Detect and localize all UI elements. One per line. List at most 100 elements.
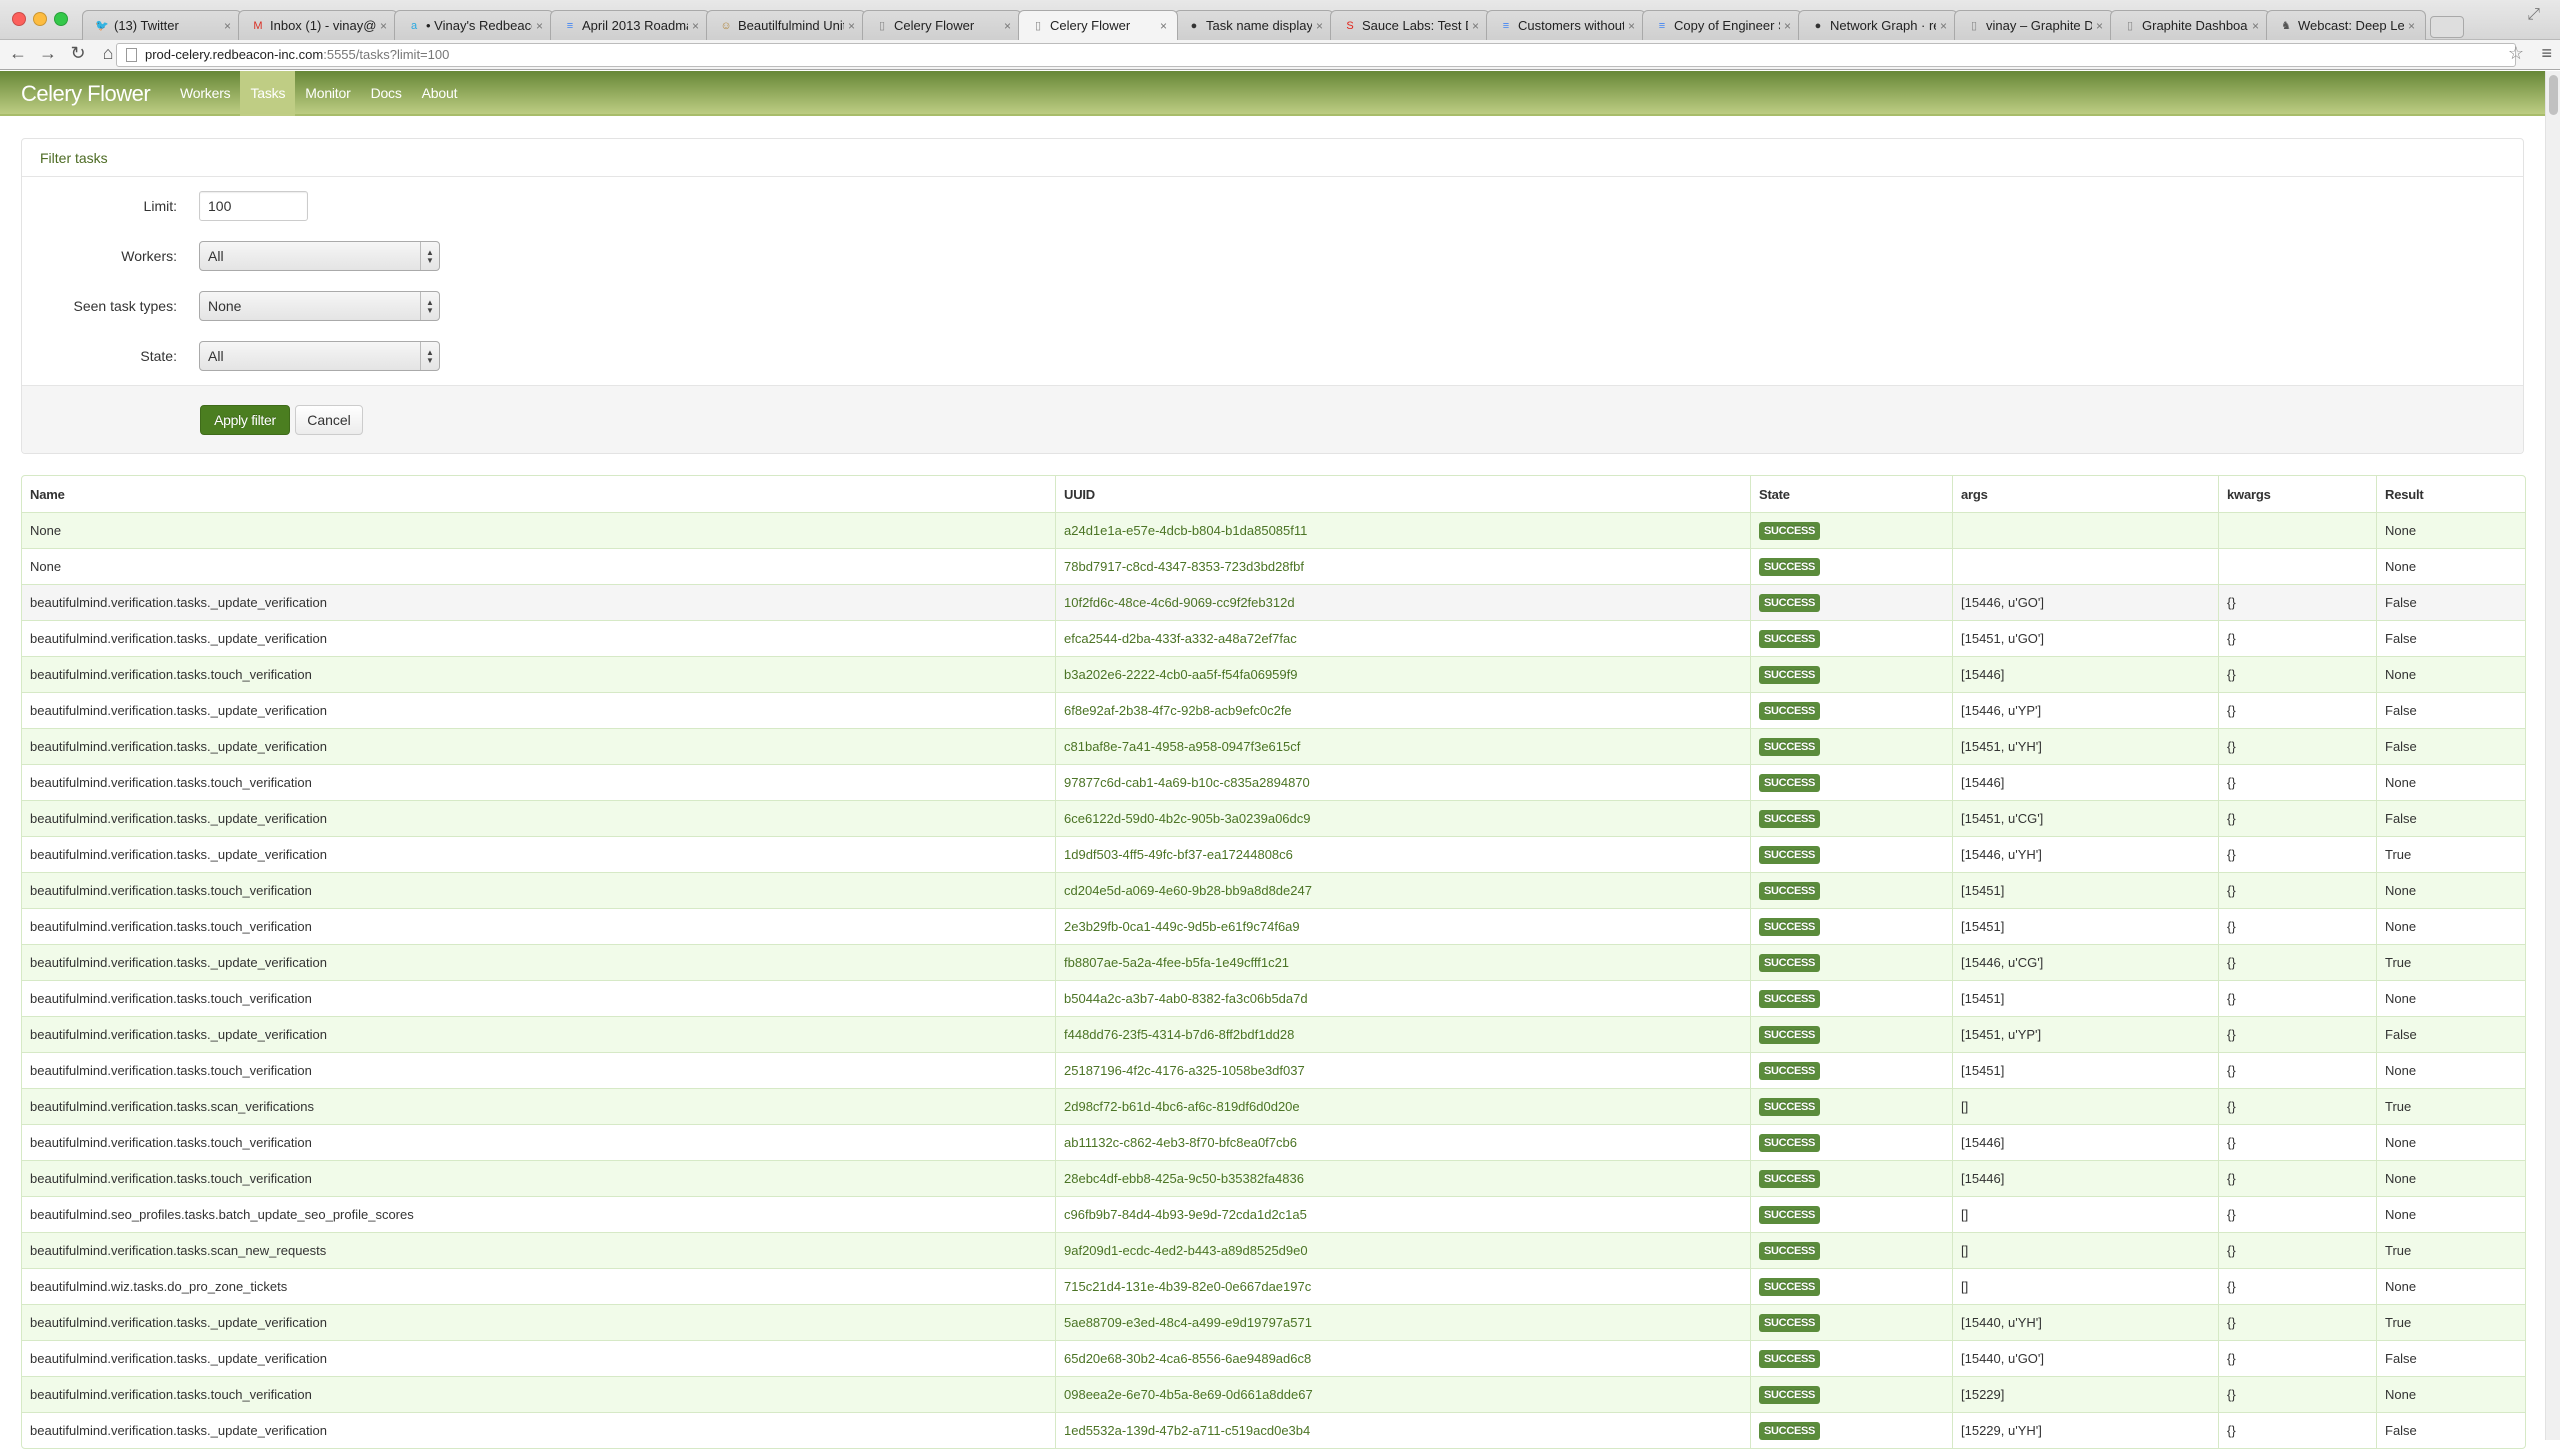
task-types-select[interactable]: None ▲ ▼ (199, 291, 440, 321)
state-select[interactable]: All ▲ ▼ (199, 341, 440, 371)
browser-tab[interactable]: ▯ Celery Flower × (1018, 10, 1178, 40)
browser-tab[interactable]: ● Task name displaye × (1174, 10, 1334, 40)
task-uuid-link[interactable]: a24d1e1a-e57e-4dcb-b804-b1da85085f11 (1064, 523, 1307, 538)
task-args: [15229, u'YH'] (1952, 1412, 2218, 1448)
close-window-button[interactable] (12, 12, 26, 26)
forward-button[interactable]: → (38, 43, 58, 64)
minimize-window-button[interactable] (33, 12, 47, 26)
column-header-result[interactable]: Result (2376, 476, 2525, 512)
task-uuid-link[interactable]: c81baf8e-7a41-4958-a958-0947f3e615cf (1064, 739, 1300, 754)
browser-tab[interactable]: S Sauce Labs: Test Da × (1330, 10, 1490, 40)
task-uuid-link[interactable]: ab11132c-c862-4eb3-8f70-bfc8ea0f7cb6 (1064, 1135, 1297, 1150)
browser-tab[interactable]: ▯ Graphite Dashboard × (2110, 10, 2270, 40)
scrollbar-thumb[interactable] (2549, 75, 2558, 115)
task-uuid-link[interactable]: 715c21d4-131e-4b39-82e0-0e667dae197c (1064, 1279, 1311, 1294)
close-tab-icon[interactable]: × (1004, 19, 1011, 33)
task-uuid-link[interactable]: 65d20e68-30b2-4ca6-8556-6ae9489ad6c8 (1064, 1351, 1311, 1366)
new-tab-button[interactable] (2430, 16, 2464, 38)
task-name: beautifulmind.verification.tasks._update… (22, 584, 1055, 620)
table-row: beautifulmind.verification.tasks.touch_v… (22, 1124, 2525, 1160)
browser-tab[interactable]: a • Vinay's Redbeacon × (394, 10, 554, 40)
task-args: [15446, u'GO'] (1952, 584, 2218, 620)
task-name: beautifulmind.verification.tasks.scan_ve… (22, 1088, 1055, 1124)
reload-button[interactable]: ↻ (68, 43, 88, 64)
limit-input[interactable] (199, 191, 308, 221)
close-tab-icon[interactable]: × (848, 19, 855, 33)
task-name: beautifulmind.seo_profiles.tasks.batch_u… (22, 1196, 1055, 1232)
task-uuid-link[interactable]: 25187196-4f2c-4176-a325-1058be3df037 (1064, 1063, 1305, 1078)
close-tab-icon[interactable]: × (1316, 19, 1323, 33)
close-tab-icon[interactable]: × (1628, 19, 1635, 33)
task-uuid-link[interactable]: 28ebc4df-ebb8-425a-9c50-b35382fa4836 (1064, 1171, 1304, 1186)
browser-tab[interactable]: 🐦 (13) Twitter × (82, 10, 242, 40)
close-tab-icon[interactable]: × (1160, 19, 1167, 33)
task-uuid-link[interactable]: 6ce6122d-59d0-4b2c-905b-3a0239a06dc9 (1064, 811, 1311, 826)
back-button[interactable]: ← (8, 43, 28, 64)
task-uuid-link[interactable]: b3a202e6-2222-4cb0-aa5f-f54fa06959f9 (1064, 667, 1297, 682)
task-uuid-link[interactable]: efca2544-d2ba-433f-a332-a48a72ef7fac (1064, 631, 1297, 646)
browser-tab[interactable]: ♞ Webcast: Deep Lear × (2266, 10, 2426, 40)
browser-tab[interactable]: ▯ Celery Flower × (862, 10, 1022, 40)
menu-icon[interactable]: ≡ (2541, 43, 2552, 64)
browser-tab[interactable]: ≡ April 2013 Roadmap × (550, 10, 710, 40)
task-uuid-link[interactable]: b5044a2c-a3b7-4ab0-8382-fa3c06b5da7d (1064, 991, 1308, 1006)
browser-tab[interactable]: ☺ Beautilfulmind Unit × (706, 10, 866, 40)
browser-tab[interactable]: M Inbox (1) - vinay@re × (238, 10, 398, 40)
browser-tab[interactable]: ● Network Graph · red × (1798, 10, 1958, 40)
address-bar[interactable]: prod-celery.redbeacon-inc.com:5555/tasks… (116, 43, 2516, 67)
task-state-cell: SUCCESS (1750, 1160, 1952, 1196)
task-uuid-link[interactable]: 97877c6d-cab1-4a69-b10c-c835a2894870 (1064, 775, 1310, 790)
apply-filter-button[interactable]: Apply filter (200, 405, 290, 435)
close-tab-icon[interactable]: × (536, 19, 543, 33)
nav-about[interactable]: About (412, 71, 468, 116)
bookmark-star-icon[interactable]: ☆ (2508, 43, 2524, 64)
task-uuid-link[interactable]: 098eea2e-6e70-4b5a-8e69-0d661a8dde67 (1064, 1387, 1313, 1402)
column-header-state[interactable]: State (1750, 476, 1952, 512)
task-uuid-link[interactable]: cd204e5d-a069-4e60-9b28-bb9a8d8de247 (1064, 883, 1312, 898)
column-header-args[interactable]: args (1952, 476, 2218, 512)
nav-workers[interactable]: Workers (170, 71, 240, 116)
table-row: beautifulmind.verification.tasks.touch_v… (22, 1160, 2525, 1196)
task-uuid-link[interactable]: 2d98cf72-b61d-4bc6-af6c-819df6d0d20e (1064, 1099, 1300, 1114)
cancel-button[interactable]: Cancel (295, 405, 363, 435)
task-uuid-link[interactable]: 5ae88709-e3ed-48c4-a499-e9d19797a571 (1064, 1315, 1312, 1330)
close-tab-icon[interactable]: × (2096, 19, 2103, 33)
task-uuid-link[interactable]: 78bd7917-c8cd-4347-8353-723d3bd28fbf (1064, 559, 1304, 574)
workers-select[interactable]: All ▲ ▼ (199, 241, 440, 271)
column-header-uuid[interactable]: UUID (1055, 476, 1750, 512)
close-tab-icon[interactable]: × (2408, 19, 2415, 33)
column-header-kwargs[interactable]: kwargs (2218, 476, 2376, 512)
task-uuid-link[interactable]: f448dd76-23f5-4314-b7d6-8ff2bdf1dd28 (1064, 1027, 1294, 1042)
task-uuid-link[interactable]: 10f2fd6c-48ce-4c6d-9069-cc9f2feb312d (1064, 595, 1295, 610)
close-tab-icon[interactable]: × (2252, 19, 2259, 33)
close-tab-icon[interactable]: × (692, 19, 699, 33)
page-scrollbar[interactable] (2545, 71, 2560, 1440)
close-tab-icon[interactable]: × (224, 19, 231, 33)
zoom-window-button[interactable] (54, 12, 68, 26)
close-tab-icon[interactable]: × (380, 19, 387, 33)
nav-docs[interactable]: Docs (361, 71, 412, 116)
status-badge: SUCCESS (1759, 881, 1821, 900)
close-tab-icon[interactable]: × (1784, 19, 1791, 33)
task-uuid-link[interactable]: 2e3b29fb-0ca1-449c-9d5b-e61f9c74f6a9 (1064, 919, 1300, 934)
column-header-name[interactable]: Name (22, 476, 1055, 512)
task-uuid-link[interactable]: c96fb9b7-84d4-4b93-9e9d-72cda1d2c1a5 (1064, 1207, 1307, 1222)
task-uuid-link[interactable]: 1d9df503-4ff5-49fc-bf37-ea17244808c6 (1064, 847, 1293, 862)
close-tab-icon[interactable]: × (1940, 19, 1947, 33)
task-uuid-cell: 6ce6122d-59d0-4b2c-905b-3a0239a06dc9 (1055, 800, 1750, 836)
browser-tab[interactable]: ▯ vinay – Graphite Da × (1954, 10, 2114, 40)
brand-logo[interactable]: Celery Flower (21, 71, 151, 116)
fullscreen-icon[interactable]: ⤢ (2527, 6, 2540, 24)
task-result: False (2376, 1412, 2525, 1448)
task-uuid-link[interactable]: 6f8e92af-2b38-4f7c-92b8-acb9efc0c2fe (1064, 703, 1292, 718)
task-state-cell: SUCCESS (1750, 1376, 1952, 1412)
task-uuid-link[interactable]: fb8807ae-5a2a-4fee-b5fa-1e49cfff1c21 (1064, 955, 1289, 970)
nav-tasks[interactable]: Tasks (240, 71, 296, 116)
browser-tab[interactable]: ≡ Customers without × (1486, 10, 1646, 40)
browser-tab[interactable]: ≡ Copy of Engineer St × (1642, 10, 1802, 40)
task-uuid-link[interactable]: 9af209d1-ecdc-4ed2-b443-a89d8525d9e0 (1064, 1243, 1308, 1258)
close-tab-icon[interactable]: × (1472, 19, 1479, 33)
nav-monitor[interactable]: Monitor (295, 71, 360, 116)
home-button[interactable]: ⌂ (98, 43, 118, 64)
task-uuid-link[interactable]: 1ed5532a-139d-47b2-a711-c519acd0e3b4 (1064, 1423, 1310, 1438)
